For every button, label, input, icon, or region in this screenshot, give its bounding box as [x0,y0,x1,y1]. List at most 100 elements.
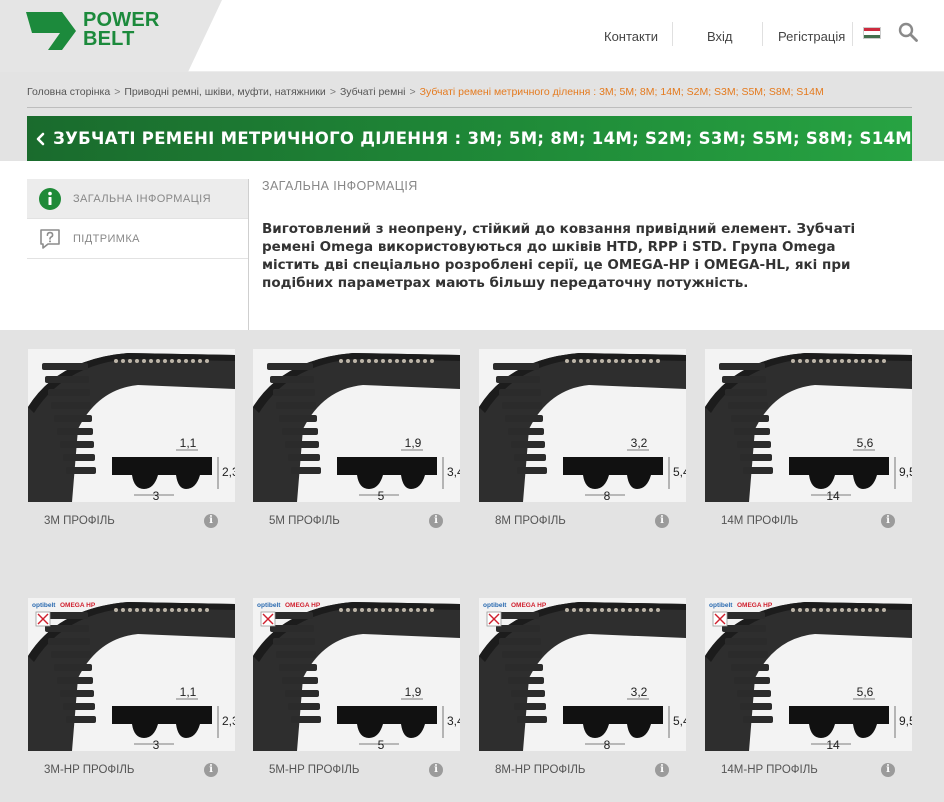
omega-badge-name: OMEGA HP [737,602,773,609]
breadcrumb-separator: > [114,86,121,98]
product-label[interactable]: 3M-HP ПРОФІЛЬ [44,764,134,776]
pitch-label: 5 [378,738,385,751]
support-question-icon [40,228,60,249]
info-icon[interactable]: i [204,514,218,528]
nav-divider [672,22,673,46]
page-title: ЗУБЧАТІ РЕМЕНІ МЕТРИЧНОГО ДІЛЕННЯ : 3M; … [53,129,912,148]
side-menu-item-support[interactable]: ПІДТРИМКА [27,219,248,259]
back-button[interactable] [27,116,53,161]
product-card[interactable]: 1,9 3,4 5 optibelt OMEGA HP 5M-HP ПРОФІЛ… [253,598,460,802]
product-image[interactable]: 1,1 2,3 3 optibelt OMEGA HP [28,598,235,751]
pitch-height-label: 1,1 [180,436,197,450]
product-label[interactable]: 14M-HP ПРОФІЛЬ [721,764,818,776]
product-label[interactable]: 5M ПРОФІЛЬ [269,515,340,527]
info-icon[interactable]: i [655,514,669,528]
product-label[interactable]: 14M ПРОФІЛЬ [721,515,798,527]
info-icon[interactable]: i [881,514,895,528]
pitch-height-label: 3,2 [631,436,648,450]
info-icon[interactable]: i [204,763,218,777]
product-image[interactable]: 5,6 9,5 14 [705,349,912,502]
info-icon [39,187,61,210]
product-image[interactable]: 3,2 5,4 8 [479,349,686,502]
product-label[interactable]: 8M-HP ПРОФІЛЬ [495,764,585,776]
belt-height-label: 2,3 [222,714,235,728]
brand-name: POWER BELT [83,10,160,50]
omega-badge-name: OMEGA HP [60,602,96,609]
breadcrumb-drive-belts[interactable]: Приводні ремні, шківи, муфти, натяжники [124,86,325,98]
belt-height-label: 3,4 [447,714,460,728]
content-heading: ЗАГАЛЬНА ІНФОРМАЦІЯ [262,179,418,193]
breadcrumb-separator: > [329,86,336,98]
section-divider [248,179,249,330]
side-menu: ЗАГАЛЬНА ІНФОРМАЦІЯ ПІДТРИМКА [27,179,248,259]
product-label[interactable]: 5M-HP ПРОФІЛЬ [269,764,359,776]
product-card[interactable]: 1,1 2,3 3 3M ПРОФІЛЬ i [28,349,235,559]
pitch-height-label: 5,6 [857,436,874,450]
logo-area[interactable]: POWER BELT [0,0,222,72]
info-section: ЗАГАЛЬНА ІНФОРМАЦІЯ ПІДТРИМКА ЗАГАЛЬНА І… [0,161,944,330]
nav-divider [762,22,763,46]
belt-height-label: 2,3 [222,465,235,479]
pitch-height-label: 5,6 [857,685,874,699]
side-menu-label: ЗАГАЛЬНА ІНФОРМАЦІЯ [73,192,211,205]
belt-height-label: 9,5 [899,714,912,728]
pitch-label: 14 [826,738,840,751]
brand-line-2: BELT [83,28,135,50]
nav-login-link[interactable]: Вхід [707,29,733,44]
nav-divider [852,22,853,46]
product-label[interactable]: 3M ПРОФІЛЬ [44,515,115,527]
product-card[interactable]: 5,6 9,5 14 optibelt OMEGA HP 14M-HP ПРОФ… [705,598,912,802]
content-panel: ЗАГАЛЬНА ІНФОРМАЦІЯ Виготовлений з неопр… [262,179,902,292]
breadcrumb-toothed-belts[interactable]: Зубчаті ремні [340,86,406,98]
nav-register-link[interactable]: Регістрація [778,29,845,44]
omega-badge-name: OMEGA HP [285,602,321,609]
product-image[interactable]: 1,9 3,4 5 [253,349,460,502]
info-icon[interactable]: i [655,763,669,777]
product-card[interactable]: 3,2 5,4 8 optibelt OMEGA HP 8M-HP ПРОФІЛ… [479,598,686,802]
product-image[interactable]: 5,6 9,5 14 optibelt OMEGA HP [705,598,912,751]
pitch-label: 3 [153,738,160,751]
belt-profile-image: 1,9 3,4 5 [253,349,460,502]
belt-profile-image: 3,2 5,4 8 optibelt OMEGA HP [479,598,686,751]
pitch-label: 8 [604,489,611,502]
breadcrumb: Головна сторінка > Приводні ремні, шківи… [27,83,912,101]
breadcrumb-current: Зубчаті ремені метричного ділення : 3M; … [419,86,824,98]
nav-register-wrap: Регістрація [778,0,845,72]
omega-badge-brand: optibelt [709,602,733,609]
product-image[interactable]: 1,1 2,3 3 [28,349,235,502]
omega-badge-brand: optibelt [257,602,281,609]
info-icon[interactable]: i [429,763,443,777]
pitch-label: 14 [826,489,840,502]
breadcrumb-separator: > [409,86,416,98]
pitch-label: 8 [604,738,611,751]
support-icon-wrap [27,227,73,251]
info-icon[interactable]: i [881,763,895,777]
product-image[interactable]: 1,9 3,4 5 optibelt OMEGA HP [253,598,460,751]
product-label[interactable]: 8M ПРОФІЛЬ [495,515,566,527]
product-card[interactable]: 1,1 2,3 3 optibelt OMEGA HP 3M-HP ПРОФІЛ… [28,598,235,802]
product-card[interactable]: 5,6 9,5 14 14M ПРОФІЛЬ i [705,349,912,559]
belt-height-label: 5,4 [673,465,686,479]
nav-contacts-link[interactable]: Контакти [604,29,658,44]
flag-stripe [864,34,880,38]
belt-height-label: 5,4 [673,714,686,728]
pitch-height-label: 1,9 [405,685,422,699]
pitch-height-label: 1,1 [180,685,197,699]
belt-profile-image: 1,1 2,3 3 optibelt OMEGA HP [28,598,235,751]
language-flag-icon[interactable] [863,27,881,39]
info-icon[interactable]: i [429,514,443,528]
pitch-label: 5 [378,489,385,502]
product-card[interactable]: 1,9 3,4 5 5M ПРОФІЛЬ i [253,349,460,559]
belt-profile-image: 5,6 9,5 14 optibelt OMEGA HP [705,598,912,751]
product-card[interactable]: 3,2 5,4 8 8M ПРОФІЛЬ i [479,349,686,559]
side-menu-item-general-info[interactable]: ЗАГАЛЬНА ІНФОРМАЦІЯ [27,179,248,219]
search-icon[interactable] [898,22,918,42]
product-image[interactable]: 3,2 5,4 8 optibelt OMEGA HP [479,598,686,751]
chevron-left-icon [36,132,45,145]
belt-profile-image: 1,9 3,4 5 optibelt OMEGA HP [253,598,460,751]
content-description: Виготовлений з неопрену, стійкий до ковз… [262,221,856,291]
side-menu-label: ПІДТРИМКА [73,232,140,245]
breadcrumb-home[interactable]: Головна сторінка [27,86,110,98]
belt-profile-image: 3,2 5,4 8 [479,349,686,502]
page-title-bar: ЗУБЧАТІ РЕМЕНІ МЕТРИЧНОГО ДІЛЕННЯ : 3M; … [27,116,912,161]
